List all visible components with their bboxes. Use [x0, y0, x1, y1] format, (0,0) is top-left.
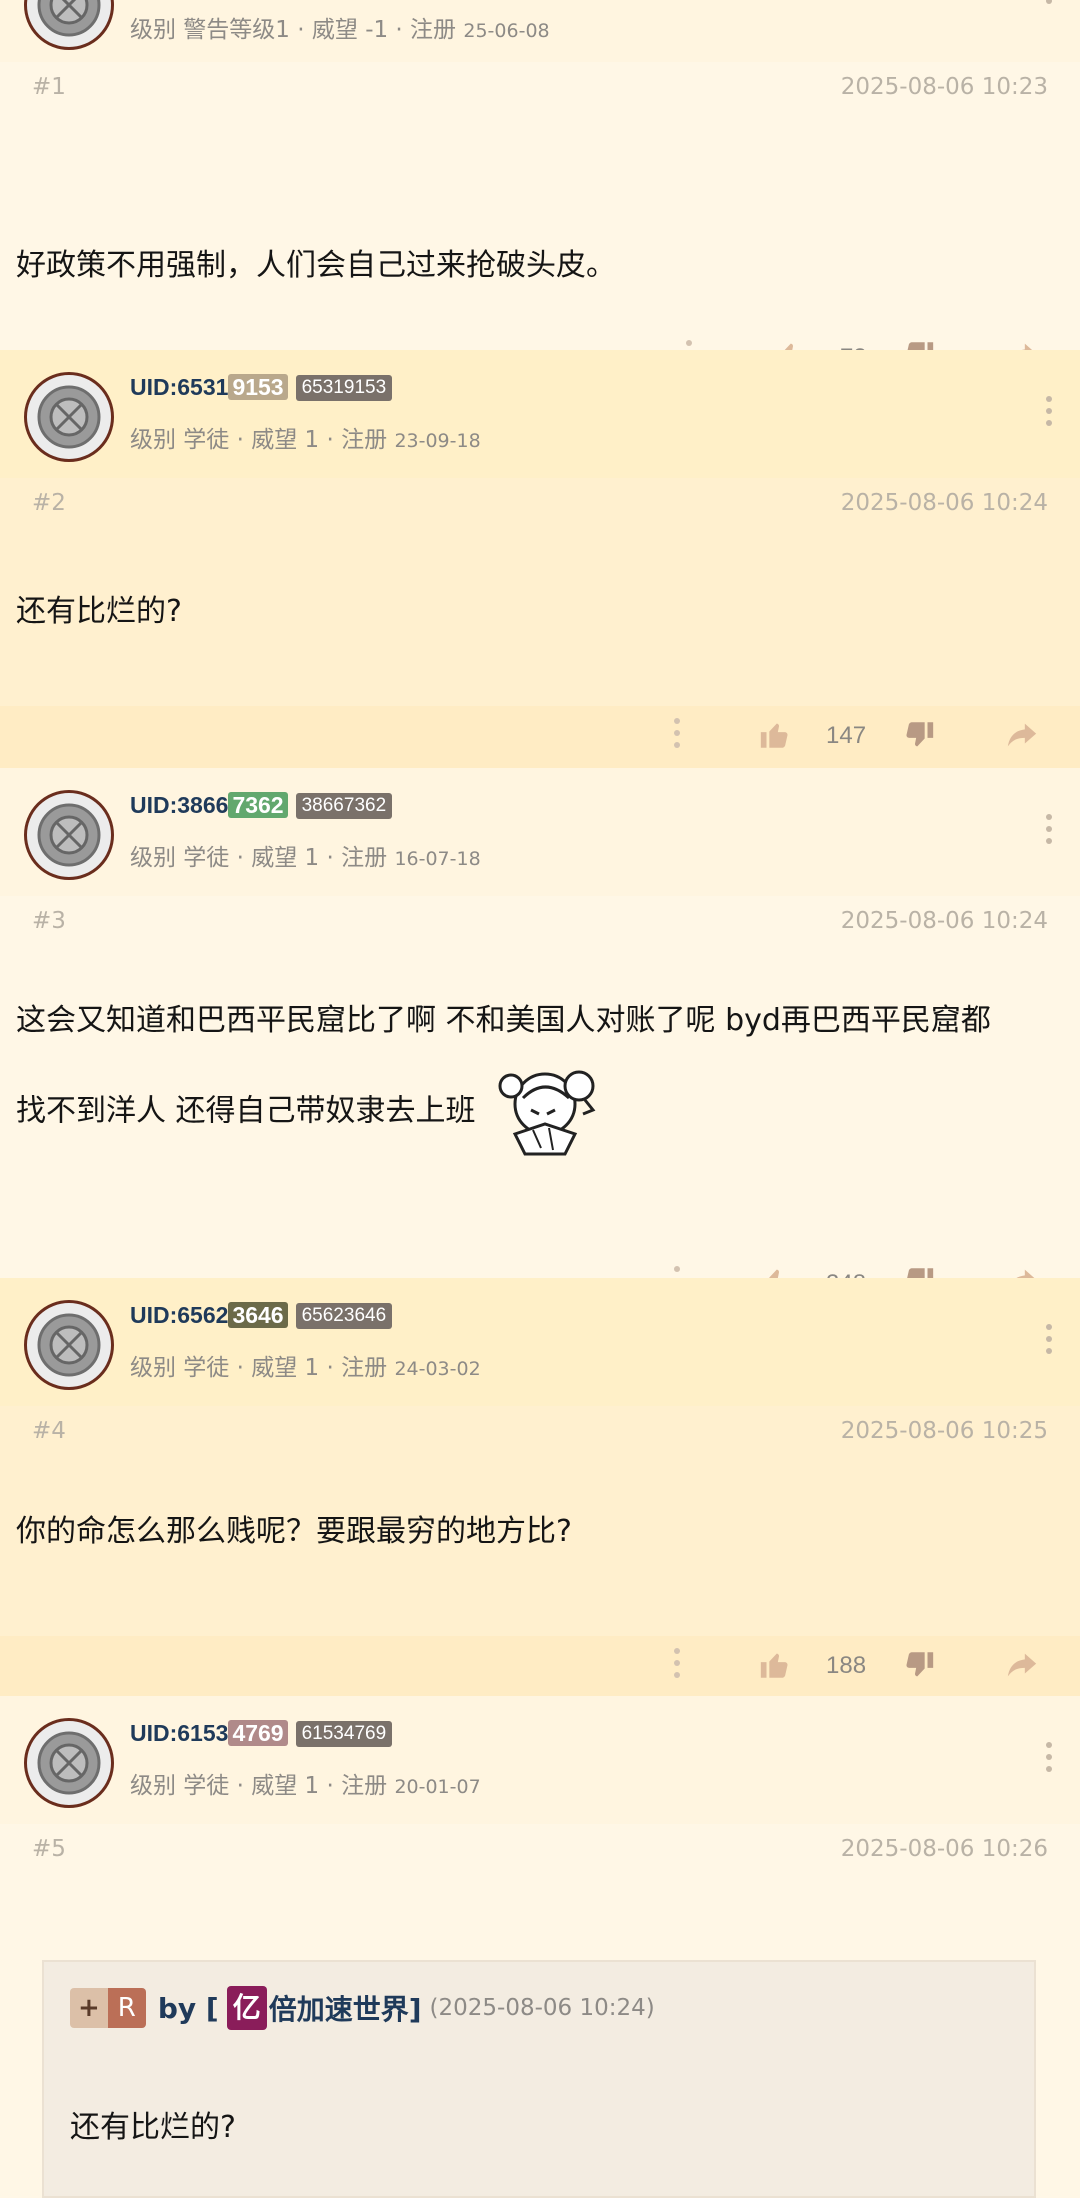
post-content: 这会又知道和巴西平民窟比了啊 不和美国人对账了呢 byd再巴西平民窟都 找不到洋… [0, 956, 1080, 1248]
uid-line: UID:6153 4769 61534769 [130, 1720, 393, 1747]
post-content-line: 找不到洋人 还得自己带奴隶去上班 [16, 1064, 1064, 1160]
post-5: UID:6153 4769 61534769 级别 学徒 · 威望 1 · 注册 … [0, 1696, 1080, 1884]
post-content: 你的命怎么那么贱呢？要跟最穷的地方比? [16, 1514, 572, 1549]
diving-helmet-icon [37, 1313, 101, 1377]
uid-line: UID:6562 3646 65623646 [130, 1302, 393, 1329]
share-icon[interactable] [1004, 1648, 1040, 1682]
quote-author[interactable]: 亿 倍加速世界] [225, 1986, 422, 2030]
user-meta: 级别 学徒 · 威望 1 · 注册 23-09-18 [130, 427, 481, 453]
uid-line: UID:3866 7362 38667362 [130, 792, 393, 819]
more-vertical-icon[interactable] [674, 718, 682, 748]
floor-row: #1 2025-08-06 10:23 [0, 62, 1080, 122]
post-actions: 147 [0, 706, 1080, 774]
user-meta: 级别 学徒 · 威望 1 · 注册 20-01-07 [130, 1773, 481, 1799]
uid-label[interactable]: UID:6562 3646 [130, 1302, 288, 1329]
quote-box: + R by [ 亿 倍加速世界] (2025-08-06 10:24) 还有比… [42, 1960, 1036, 2198]
thumbs-up-icon[interactable] [758, 1648, 792, 1682]
uid-badge: 65319153 [295, 374, 393, 401]
uid-line: UID:6531 9153 65319153 [130, 374, 393, 401]
floor-row: #2 2025-08-06 10:24 [0, 478, 1080, 538]
user-meta: 级别 警告等级1 · 威望 -1 · 注册 25-06-08 [130, 17, 550, 43]
avatar[interactable] [24, 0, 114, 50]
floor-number: #1 [32, 74, 66, 100]
post-4: UID:6562 3646 65623646 级别 学徒 · 威望 1 · 注册 … [0, 1278, 1080, 1704]
anime-sticker-icon [498, 1070, 596, 1156]
more-vertical-icon[interactable] [1046, 0, 1054, 16]
quote-header: + R by [ 亿 倍加速世界] (2025-08-06 10:24) [70, 1986, 655, 2030]
quote-text: 还有比烂的? [70, 2110, 236, 2145]
post-header: UID:6531 9153 65319153 级别 学徒 · 威望 1 · 注册 … [0, 350, 1080, 478]
floor-row: #3 2025-08-06 10:24 [0, 896, 1080, 956]
post-header: 级别 警告等级1 · 威望 -1 · 注册 25-06-08 [0, 0, 1080, 62]
post-content-line: 这会又知道和巴西平民窟比了啊 不和美国人对账了呢 byd再巴西平民窟都 [16, 1003, 991, 1038]
floor-number: #3 [32, 908, 66, 934]
post-time: 2025-08-06 10:26 [840, 1836, 1048, 1862]
floor-row: #5 2025-08-06 10:26 [0, 1824, 1080, 1884]
avatar[interactable] [24, 372, 114, 462]
uid-label[interactable]: UID:3866 7362 [130, 792, 288, 819]
post-time: 2025-08-06 10:24 [840, 490, 1048, 516]
post-time: 2025-08-06 10:25 [840, 1418, 1048, 1444]
like-count: 188 [826, 1652, 867, 1679]
user-meta: 级别 学徒 · 威望 1 · 注册 24-03-02 [130, 1355, 481, 1381]
diving-helmet-icon [37, 385, 101, 449]
share-icon[interactable] [1004, 718, 1040, 752]
post-time: 2025-08-06 10:24 [840, 908, 1048, 934]
uid-badge: 65623646 [295, 1302, 393, 1329]
uid-label[interactable]: UID:6531 9153 [130, 374, 288, 401]
like-count: 147 [826, 722, 867, 749]
floor-number: #2 [32, 490, 66, 516]
quote-date: (2025-08-06 10:24) [429, 1995, 655, 2021]
quote-by: by [ [157, 1991, 219, 2025]
post-content: 还有比烂的? [16, 594, 182, 629]
author-badge: 亿 [226, 1986, 267, 2030]
more-vertical-icon[interactable] [1046, 1742, 1054, 1772]
uid-badge: 38667362 [295, 792, 393, 819]
avatar[interactable] [24, 1300, 114, 1390]
r-badge: R [107, 1988, 146, 2028]
floor-number: #5 [32, 1836, 66, 1862]
user-meta: 级别 学徒 · 威望 1 · 注册 16-07-18 [130, 845, 481, 871]
more-vertical-icon[interactable] [674, 1648, 682, 1678]
post-actions: 188 [0, 1636, 1080, 1704]
post-header: UID:3866 7362 38667362 级别 学徒 · 威望 1 · 注册 … [0, 768, 1080, 896]
avatar[interactable] [24, 1718, 114, 1808]
post-content: 好政策不用强制，人们会自己过来抢破头皮。 [16, 248, 616, 283]
floor-number: #4 [32, 1418, 66, 1444]
thumbs-down-icon[interactable] [902, 1648, 936, 1682]
post-3: UID:3866 7362 38667362 级别 学徒 · 威望 1 · 注册 … [0, 768, 1080, 1328]
floor-row: #4 2025-08-06 10:25 [0, 1406, 1080, 1466]
more-vertical-icon[interactable] [1046, 814, 1054, 844]
reply-tag[interactable]: + R [70, 1988, 146, 2028]
more-vertical-icon[interactable] [1046, 396, 1054, 426]
uid-badge: 61534769 [295, 1720, 393, 1747]
thumbs-up-icon[interactable] [758, 718, 792, 752]
post-header: UID:6153 4769 61534769 级别 学徒 · 威望 1 · 注册 … [0, 1696, 1080, 1824]
post-2: UID:6531 9153 65319153 级别 学徒 · 威望 1 · 注册 … [0, 350, 1080, 774]
avatar[interactable] [24, 790, 114, 880]
more-vertical-icon[interactable] [1046, 1324, 1054, 1354]
post-time: 2025-08-06 10:23 [840, 74, 1048, 100]
post-header: UID:6562 3646 65623646 级别 学徒 · 威望 1 · 注册 … [0, 1278, 1080, 1406]
diving-helmet-icon [37, 1731, 101, 1795]
uid-label[interactable]: UID:6153 4769 [130, 1720, 288, 1747]
plus-badge: + [70, 1988, 108, 2028]
thumbs-down-icon[interactable] [902, 718, 936, 752]
diving-helmet-icon [37, 803, 101, 867]
diving-helmet-icon [37, 0, 101, 37]
